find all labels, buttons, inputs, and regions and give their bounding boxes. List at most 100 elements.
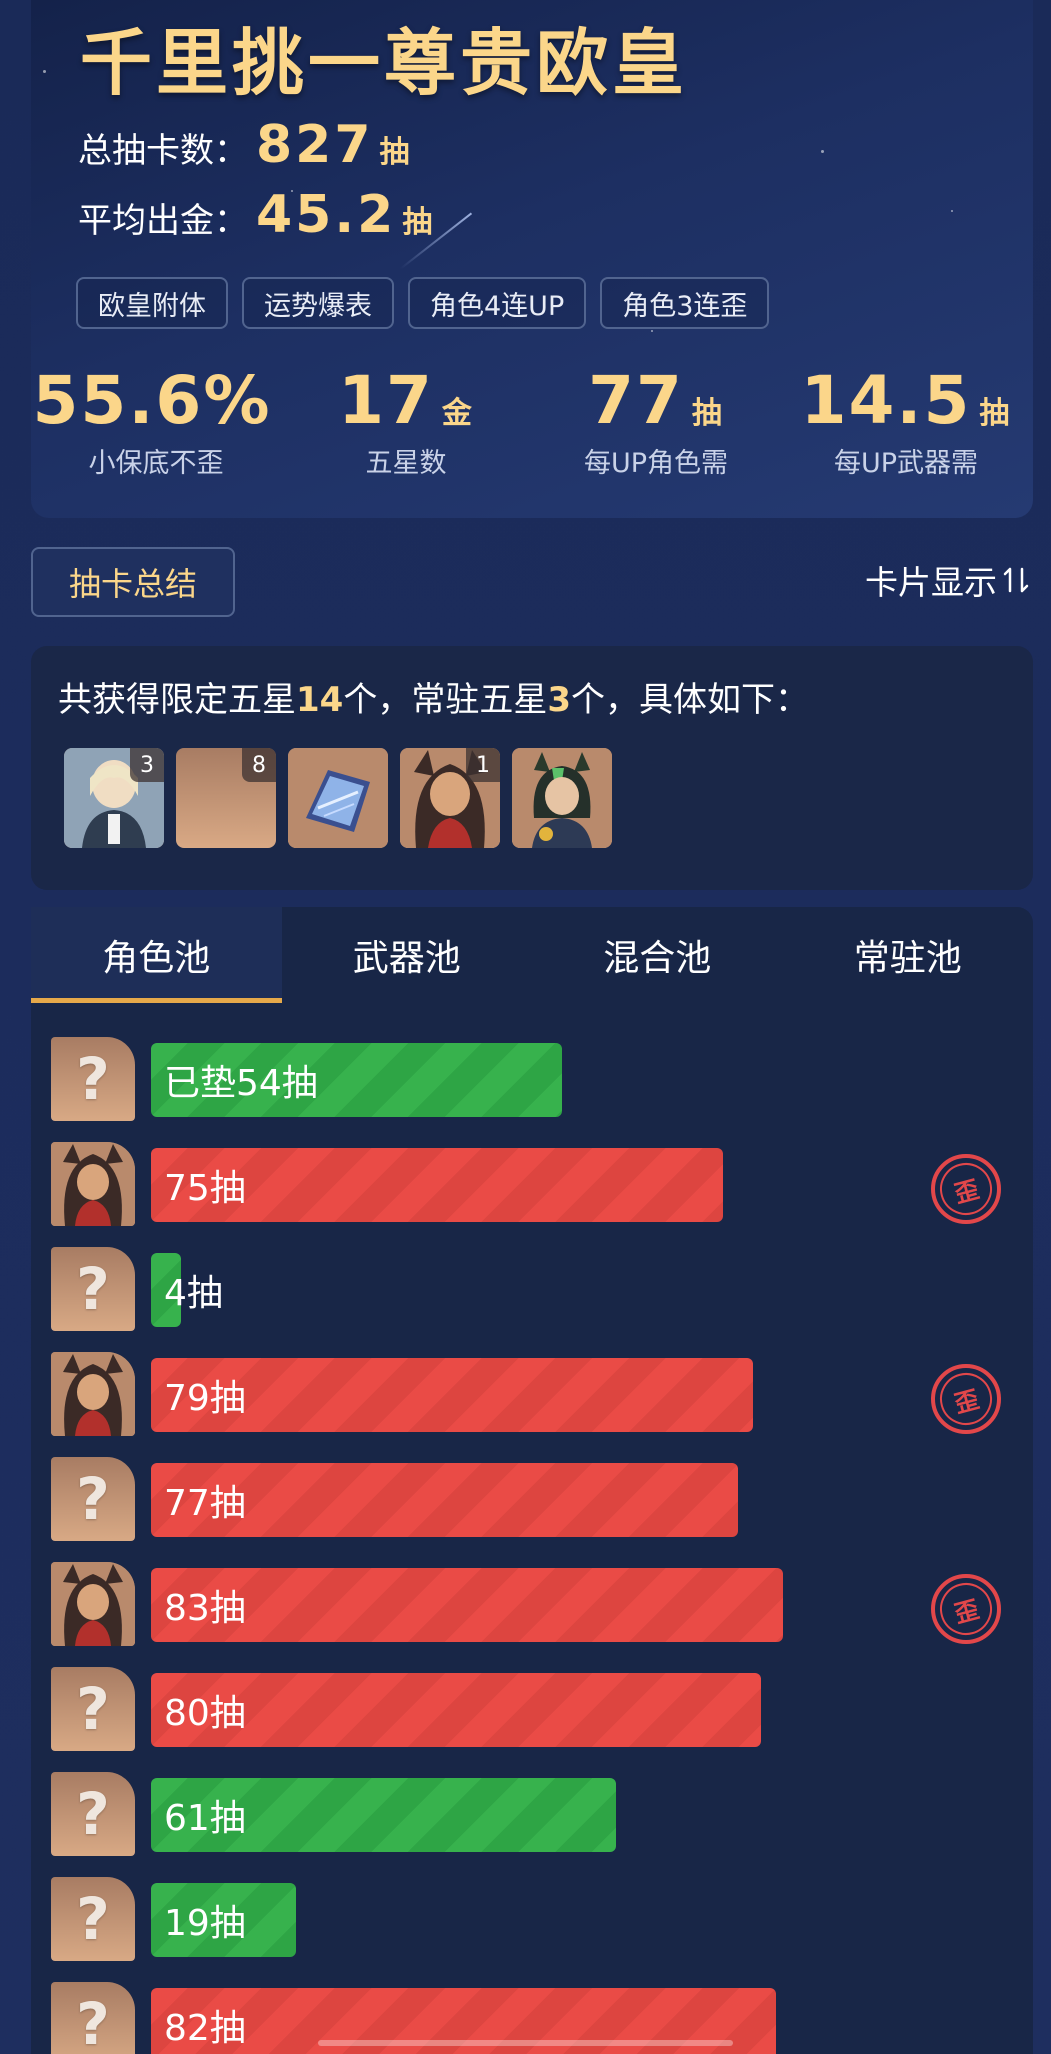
character-portrait-icon bbox=[51, 1352, 135, 1436]
pull-row: ? 已垫54抽 bbox=[51, 1037, 1031, 1123]
pool-tabs: 角色池 武器池 混合池 常驻池 bbox=[31, 907, 1033, 1003]
metric-unit: 抽 bbox=[691, 396, 724, 431]
character-avatar[interactable] bbox=[51, 1142, 135, 1226]
pull-count-label: 75抽 bbox=[164, 1168, 246, 1209]
tab-mixed-pool[interactable]: 混合池 bbox=[532, 907, 783, 1003]
tag-list: 欧皇附体 运势爆表 角色4连UP 角色3连歪 bbox=[76, 277, 770, 329]
summary-text: 共获得限定五星14个，常驻五星3个，具体如下： bbox=[58, 672, 809, 721]
character-avatar[interactable] bbox=[51, 1352, 135, 1436]
character-portrait-icon bbox=[51, 1142, 135, 1226]
summary-text-part: 个，具体如下： bbox=[571, 680, 809, 720]
avatar-count: 8 bbox=[242, 748, 276, 782]
off-banner-badge: 歪 bbox=[931, 1154, 1001, 1224]
pull-row: ? 61抽 bbox=[51, 1772, 1031, 1858]
summary-panel: 共获得限定五星14个，常驻五星3个，具体如下： 3 8 1 bbox=[31, 646, 1033, 890]
weapon-avatar[interactable] bbox=[288, 748, 388, 848]
character-portrait-icon bbox=[512, 748, 612, 848]
average-pulls-label: 平均出金： bbox=[78, 201, 248, 241]
average-pulls: 平均出金： 45.2 抽 bbox=[78, 185, 432, 245]
off-banner-badge-text: 歪 bbox=[934, 1577, 998, 1641]
pull-count-bar bbox=[151, 1568, 784, 1642]
metric-up-character: 77 抽 每UP角色需 bbox=[531, 362, 781, 480]
off-banner-badge: 歪 bbox=[931, 1364, 1001, 1434]
pull-count-label: 61抽 bbox=[164, 1798, 246, 1839]
pull-count-label: 已垫54抽 bbox=[164, 1063, 318, 1104]
off-banner-badge: 歪 bbox=[931, 1574, 1001, 1644]
metric-pity-rate: 55.6% 小保底不歪 bbox=[31, 362, 281, 480]
pull-count-label: 82抽 bbox=[164, 2008, 246, 2049]
tab-standard-pool[interactable]: 常驻池 bbox=[783, 907, 1034, 1003]
character-avatar-4[interactable] bbox=[512, 748, 612, 848]
avatar-count: 3 bbox=[130, 748, 164, 782]
card-display-label: 卡片显示 bbox=[865, 563, 997, 602]
total-pulls-unit: 抽 bbox=[379, 135, 410, 170]
question-mark-icon: ? bbox=[76, 1045, 110, 1113]
off-banner-badge-text: 歪 bbox=[934, 1157, 998, 1221]
character-avatar-2[interactable]: 8 bbox=[176, 748, 276, 848]
limited-count: 14 bbox=[296, 680, 344, 720]
character-avatar[interactable] bbox=[51, 1562, 135, 1646]
character-avatar-1[interactable]: 3 bbox=[64, 748, 164, 848]
unknown-character-avatar[interactable]: ? bbox=[51, 1772, 135, 1856]
tag: 欧皇附体 bbox=[76, 277, 228, 329]
card-display-toggle[interactable]: 卡片显示 bbox=[865, 556, 1031, 604]
tab-weapon-pool[interactable]: 武器池 bbox=[282, 907, 533, 1003]
total-pulls-label: 总抽卡数： bbox=[78, 131, 248, 171]
pull-row: ? 19抽 bbox=[51, 1877, 1031, 1963]
unknown-character-avatar[interactable]: ? bbox=[51, 1982, 135, 2054]
tag: 角色4连UP bbox=[408, 277, 587, 329]
metric-label: 每UP武器需 bbox=[833, 448, 979, 479]
unknown-character-avatar[interactable]: ? bbox=[51, 1457, 135, 1541]
pull-row: ? 4抽 bbox=[51, 1247, 1031, 1333]
unknown-character-avatar[interactable]: ? bbox=[51, 1877, 135, 1961]
summary-text-part: 个，常驻五星 bbox=[343, 680, 548, 720]
pull-count-label: 19抽 bbox=[164, 1903, 246, 1944]
question-mark-icon: ? bbox=[76, 1885, 110, 1953]
pull-row: 79抽 歪 bbox=[51, 1352, 1031, 1438]
question-mark-icon: ? bbox=[76, 1465, 110, 1533]
home-indicator bbox=[318, 2040, 733, 2046]
pull-count-label: 79抽 bbox=[164, 1378, 246, 1419]
metric-label: 五星数 bbox=[365, 448, 447, 479]
metric-five-star-count: 17 金 五星数 bbox=[281, 362, 531, 480]
pull-count-label: 4抽 bbox=[164, 1273, 223, 1314]
pull-row: 83抽 歪 bbox=[51, 1562, 1031, 1648]
summary-text-part: 共获得限定五星 bbox=[58, 680, 296, 720]
character-portrait-icon bbox=[51, 1562, 135, 1646]
average-pulls-value: 45.2 bbox=[256, 185, 397, 245]
metric-label: 每UP角色需 bbox=[583, 448, 729, 479]
weapon-icon bbox=[288, 748, 388, 848]
total-pulls: 总抽卡数： 827 抽 bbox=[78, 115, 410, 175]
standard-count: 3 bbox=[547, 680, 571, 720]
pull-count-label: 80抽 bbox=[164, 1693, 246, 1734]
metric-value: 55.6% bbox=[32, 362, 272, 439]
pull-count-label: 83抽 bbox=[164, 1588, 246, 1629]
pool-panel: 角色池 武器池 混合池 常驻池 ? 已垫54抽 75抽歪? 4抽 79抽歪? 77抽 83抽… bbox=[31, 907, 1033, 2054]
metric-value: 17 bbox=[338, 362, 434, 439]
question-mark-icon: ? bbox=[76, 1990, 110, 2054]
metric-label: 小保底不歪 bbox=[88, 448, 224, 479]
avatar-list: 3 8 1 bbox=[64, 748, 612, 848]
character-avatar-3[interactable]: 1 bbox=[400, 748, 500, 848]
average-pulls-unit: 抽 bbox=[402, 205, 433, 240]
off-banner-badge-text: 歪 bbox=[934, 1367, 998, 1431]
pull-row: ? 80抽 bbox=[51, 1667, 1031, 1753]
total-pulls-value: 827 bbox=[256, 115, 374, 175]
pull-row: ? 77抽 bbox=[51, 1457, 1031, 1543]
metric-up-weapon: 14.5 抽 每UP武器需 bbox=[781, 362, 1031, 480]
question-mark-icon: ? bbox=[76, 1780, 110, 1848]
pull-row: 75抽 歪 bbox=[51, 1142, 1031, 1228]
unknown-character-avatar[interactable]: ? bbox=[51, 1667, 135, 1751]
summary-button[interactable]: 抽卡总结 bbox=[31, 547, 235, 617]
unknown-character-avatar[interactable]: ? bbox=[51, 1037, 135, 1121]
metrics-row: 55.6% 小保底不歪 17 金 五星数 77 抽 每UP角色需 14.5 抽 每UP… bbox=[31, 362, 1033, 492]
unknown-character-avatar[interactable]: ? bbox=[51, 1247, 135, 1331]
pull-count-label: 77抽 bbox=[164, 1483, 246, 1524]
tab-character-pool[interactable]: 角色池 bbox=[31, 907, 282, 1003]
metric-unit: 金 bbox=[441, 396, 474, 431]
question-mark-icon: ? bbox=[76, 1255, 110, 1323]
metric-value: 77 bbox=[588, 362, 684, 439]
metric-value: 14.5 bbox=[800, 362, 972, 439]
metric-unit: 抽 bbox=[979, 396, 1012, 431]
tag: 运势爆表 bbox=[242, 277, 394, 329]
